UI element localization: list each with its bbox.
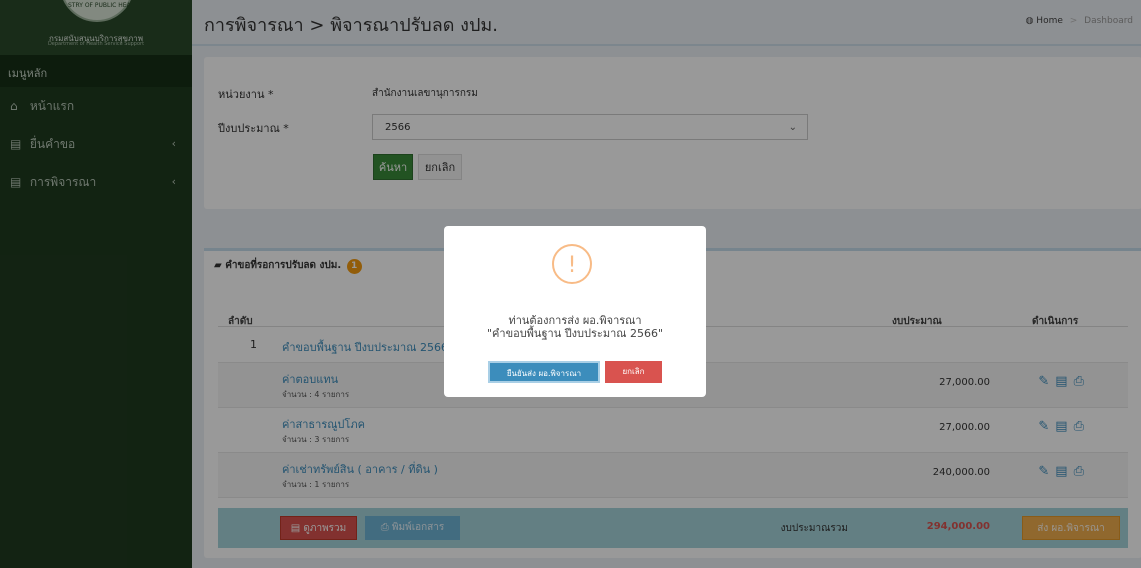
confirm-dialog: ! ท่านต้องการส่ง ผอ.พิจารณา "คำขอบพื้นฐา… — [444, 226, 706, 397]
cancel-dialog-button[interactable]: ยกเลิก — [605, 361, 662, 383]
warning-icon: ! — [552, 244, 592, 284]
confirm-send-button[interactable]: ยืนยันส่ง ผอ.พิจารณา — [488, 361, 600, 383]
dialog-subject: "คำขอบพื้นฐาน ปีงบประมาณ 2566" — [486, 327, 664, 340]
